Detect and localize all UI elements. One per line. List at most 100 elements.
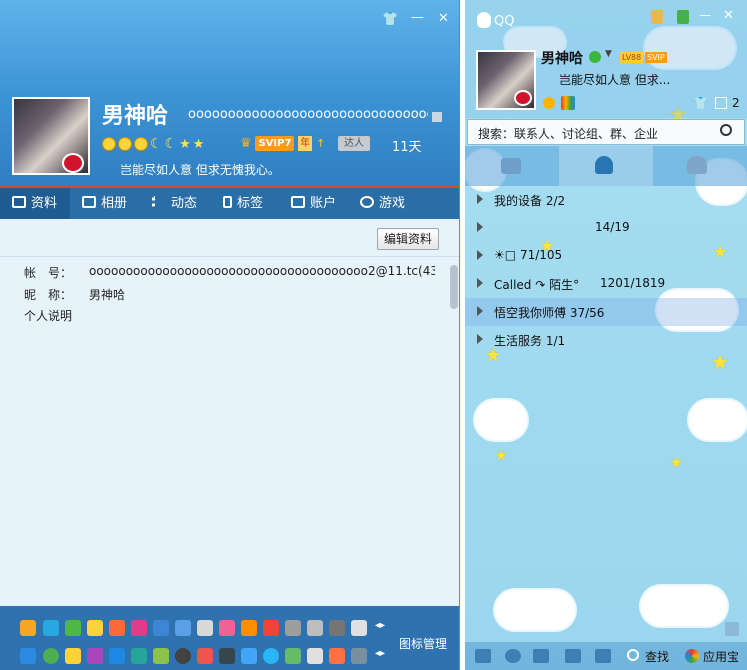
message-icon[interactable] — [501, 158, 521, 174]
service-icon[interactable] — [65, 620, 81, 636]
diamond-icon[interactable] — [87, 620, 103, 636]
service-icon[interactable] — [153, 648, 169, 664]
close-icon[interactable]: ✕ — [438, 11, 449, 27]
search-placeholder: 搜索：联系人、讨论组、群、企业 — [478, 127, 659, 141]
cloud-decoration — [641, 586, 727, 626]
level-icons[interactable]: ☾ ☾ ★ ★ — [102, 136, 206, 152]
avatar[interactable] — [476, 50, 536, 110]
service-icon[interactable] — [109, 620, 125, 636]
qzone-icon[interactable] — [543, 97, 555, 109]
shield-icon[interactable] — [677, 10, 689, 24]
tab-album[interactable]: 相册 — [82, 188, 127, 219]
scroll-arrows-icon[interactable]: ◂▸ — [375, 648, 385, 659]
heart-icon — [514, 90, 532, 106]
icon-manager-link[interactable]: 图标管理 — [399, 635, 447, 652]
service-icon[interactable] — [219, 620, 235, 636]
service-icon[interactable] — [285, 648, 301, 664]
svip-badge[interactable]: SVIP — [645, 52, 667, 63]
search-input[interactable]: 搜索：联系人、讨论组、群、企业 — [467, 119, 745, 145]
service-icon[interactable] — [197, 648, 213, 664]
daren-badge[interactable]: 达人 — [338, 136, 370, 152]
service-icon[interactable] — [263, 648, 279, 664]
contact-group[interactable]: 悟空我你师傅 37/56 — [465, 298, 747, 326]
service-icon[interactable] — [175, 620, 191, 636]
online-status-icon[interactable] — [589, 51, 601, 63]
service-icon[interactable] — [307, 620, 323, 636]
service-icon[interactable] — [351, 620, 367, 636]
contact-group[interactable]: Called ↷ 陌生° 1201/1819 — [465, 270, 747, 298]
tab-games[interactable]: 游戏 — [360, 188, 405, 219]
service-icon-tray: ◂▸ ◂▸ 图标管理 — [0, 606, 459, 670]
tab-profile[interactable]: 资料 — [0, 188, 70, 219]
status-dropdown-icon[interactable]: ▼ — [605, 49, 612, 59]
service-icon[interactable] — [20, 620, 36, 636]
service-icon[interactable] — [197, 620, 213, 636]
photo-icon — [82, 196, 96, 208]
scroll-arrows-icon[interactable]: ◂▸ — [375, 620, 385, 631]
contacts-manager-icon[interactable] — [715, 97, 727, 109]
file-icon[interactable] — [565, 649, 581, 663]
level-badge[interactable]: LV88 — [620, 52, 644, 63]
profile-signature[interactable]: 岂能尽如人意 但求无愧我心。 — [120, 161, 280, 178]
service-icon[interactable] — [43, 648, 59, 664]
tab-tags[interactable]: 标签 — [223, 188, 263, 219]
medal-icon[interactable] — [651, 10, 663, 24]
crown-icon: ♛ — [240, 136, 252, 151]
skin-icon[interactable]: 👕 — [693, 96, 708, 110]
user-signature[interactable]: 岂能尽如人意 但求... — [559, 71, 670, 88]
service-icon[interactable] — [43, 620, 59, 636]
menu-icon[interactable] — [475, 649, 491, 663]
close-icon[interactable]: ✕ — [723, 8, 734, 23]
service-icon[interactable] — [241, 620, 257, 636]
resize-grip-icon[interactable] — [725, 622, 739, 636]
profile-account: oooooooooooooooooooooooooooooooooooooo2@… — [188, 107, 428, 122]
service-icon[interactable] — [285, 620, 301, 636]
contacts-tab-icon[interactable] — [595, 156, 613, 174]
contact-group[interactable]: ☀□ 71/105 — [465, 242, 747, 270]
minimize-icon[interactable]: — — [699, 8, 711, 22]
search-icon[interactable] — [720, 124, 732, 136]
contact-group[interactable]: 14/19 — [465, 214, 747, 242]
qr-icon[interactable] — [432, 112, 442, 122]
service-icon[interactable] — [87, 648, 103, 664]
appstore-icon[interactable] — [685, 649, 699, 663]
bookmark-icon — [223, 196, 232, 208]
find-button[interactable]: 查找 — [645, 648, 669, 665]
tab-feed[interactable]: 动态 — [152, 188, 197, 219]
service-icon[interactable] — [329, 620, 345, 636]
service-icon[interactable] — [329, 648, 345, 664]
game-icon — [360, 196, 374, 208]
tab-account[interactable]: 账户 — [291, 188, 336, 219]
star-decoration: ★ — [495, 448, 508, 464]
service-icon[interactable] — [351, 648, 367, 664]
mail-icon[interactable] — [307, 648, 323, 664]
contact-group[interactable]: 生活服务 1/1 — [465, 326, 747, 354]
settings-icon[interactable] — [505, 649, 521, 663]
edit-profile-button[interactable]: 编辑资料 — [377, 228, 439, 250]
favorites-icon[interactable] — [595, 649, 611, 663]
volume-icon[interactable] — [533, 649, 549, 663]
app-icon[interactable] — [561, 96, 575, 110]
year-badge: 年 — [298, 136, 313, 151]
service-icon[interactable] — [131, 620, 147, 636]
skin-icon[interactable]: 👕 — [382, 12, 398, 28]
service-icon[interactable] — [153, 620, 169, 636]
service-icon[interactable] — [241, 648, 257, 664]
appstore-button[interactable]: 应用宝 — [703, 648, 739, 665]
service-icon[interactable] — [109, 648, 125, 664]
arrow-up-icon: ↑ — [316, 137, 326, 150]
qq-logo: QQ — [477, 12, 514, 29]
shield-icon[interactable] — [20, 648, 36, 664]
group-icon[interactable] — [687, 156, 707, 174]
svip-badge[interactable]: ♛ SVIP7 年 ↑ — [240, 136, 325, 152]
star-icon[interactable] — [65, 648, 81, 664]
search-icon[interactable] — [627, 649, 639, 661]
service-icon[interactable] — [263, 620, 279, 636]
service-icon[interactable] — [175, 648, 191, 664]
avatar[interactable] — [12, 97, 90, 175]
scrollbar[interactable] — [450, 265, 458, 309]
service-icon[interactable] — [131, 648, 147, 664]
contact-group[interactable]: 我的设备 2/2 — [465, 186, 747, 214]
service-icon[interactable] — [219, 648, 235, 664]
minimize-icon[interactable]: — — [411, 10, 424, 26]
